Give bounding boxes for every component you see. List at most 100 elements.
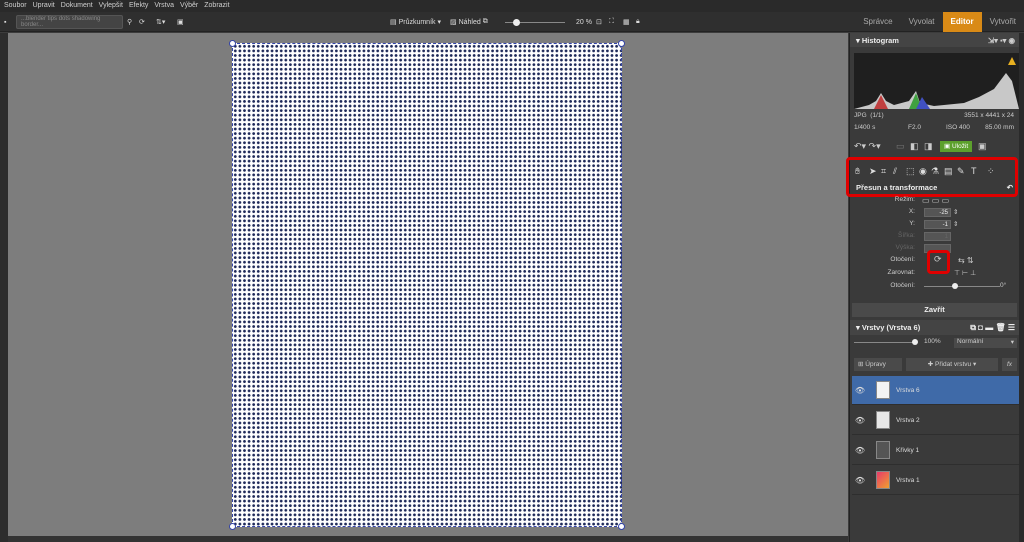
menu-selection[interactable]: Výběr (180, 0, 198, 12)
layer-name: Vrstva 2 (896, 416, 920, 424)
zoom-slider[interactable] (505, 15, 565, 29)
highlight-toolbox (846, 157, 1018, 197)
layers-title: Vrstvy (Vrstva 6) (861, 323, 921, 332)
layer-item[interactable]: 👁︎ Křivky 1 (852, 436, 1019, 465)
layers-header[interactable]: ▾ Vrstvy (Vrstva 6) ⧉ ◘ ▬ 🗑︎ ☰ (850, 320, 1019, 335)
menu-file[interactable]: Soubor (4, 0, 27, 12)
fx-button[interactable]: fx (1002, 358, 1017, 371)
opacity-value: 100% (924, 338, 941, 345)
x-row: X: -25 ⇕ (908, 208, 959, 217)
eye-icon[interactable]: 👁︎ (852, 446, 868, 455)
histogram-chart (854, 53, 1019, 109)
angle-value: 0° (1000, 282, 1007, 289)
menu-enhance[interactable]: Vylepšit (99, 0, 123, 12)
menu-edit[interactable]: Upravit (33, 0, 55, 12)
adjustments-button[interactable]: ⊞ Úpravy (854, 358, 902, 371)
histogram-title: Histogram (861, 35, 899, 45)
flip-icon[interactable]: ⇆ ⇅ (958, 256, 974, 265)
y-input[interactable]: -1 (924, 220, 951, 229)
opacity-row: 100% Normální ▾ (850, 338, 1019, 348)
document-image[interactable] (232, 43, 622, 527)
close-button[interactable]: Zavřít (852, 303, 1017, 317)
curves-thumbnail (876, 441, 890, 459)
new-folder-icon[interactable]: ▣ (177, 15, 184, 29)
undo-icon[interactable]: ↶▾ ↷▾ (854, 141, 881, 152)
x-stepper-icon[interactable]: ⇕ (953, 208, 958, 216)
angle-slider[interactable] (924, 283, 1000, 289)
save-button[interactable]: ▣ Uložit (940, 141, 973, 152)
transform-handle-br[interactable] (618, 523, 625, 530)
browser-button[interactable]: ▤ Průzkumník ▾ (390, 15, 441, 29)
file-type: JPG (1/1) (854, 112, 884, 119)
menu-effects[interactable]: Efekty (129, 0, 148, 12)
aperture: F2.0 (908, 124, 922, 131)
filmstrip-collapse[interactable] (8, 536, 848, 542)
right-panel: ▾ Histogram ⇲▾ ▪▾ ◉ JPG (1/1) 3551 x 4441… (846, 33, 1024, 542)
histogram-header[interactable]: ▾ Histogram ⇲▾ ▪▾ ◉ (850, 33, 1019, 47)
image-dimensions: 3551 x 4441 x 24 (964, 112, 1014, 119)
lock-icon[interactable]: 🔒︎ (636, 15, 640, 29)
menu-view[interactable]: Zobrazit (204, 0, 229, 12)
search-icon[interactable]: ⚲ (127, 15, 132, 29)
transform-handle-tr[interactable] (618, 40, 625, 47)
layer-name: Křivky 1 (896, 446, 920, 454)
panel-scrollbar[interactable] (1019, 33, 1024, 542)
preview-label: Náhled (458, 18, 481, 26)
tab-manager[interactable]: Správce (855, 12, 900, 32)
tab-create[interactable]: Vytvořit (982, 12, 1024, 32)
blend-mode-select[interactable]: Normální ▾ (954, 338, 1017, 348)
y-row: Y: -1 ⇕ (909, 220, 959, 229)
revert-icon[interactable]: ◨ (924, 141, 933, 152)
fit-icon[interactable]: ⊡ (596, 15, 602, 29)
focal-length: 85.00 mm (985, 124, 1014, 131)
y-stepper-icon[interactable]: ⇕ (953, 220, 958, 228)
eye-icon[interactable]: 👁︎ (852, 476, 868, 485)
compare-icon[interactable]: ◧ (910, 141, 919, 152)
histogram-options-icon[interactable]: ⇲▾ ▪▾ ◉ (988, 36, 1015, 45)
x-input[interactable]: -25 (924, 208, 951, 217)
layer-name: Vrstva 6 (896, 386, 920, 394)
browser-label: Průzkumník (398, 18, 436, 26)
layer-item[interactable]: 👁︎ Vrstva 2 (852, 406, 1019, 435)
preview-button[interactable]: ▨ Náhled ⧉ (450, 15, 488, 29)
mode-tabs: Správce Vyvolat Editor Vytvořit (855, 12, 1024, 32)
opacity-slider[interactable] (854, 339, 918, 345)
histogram-graph (854, 57, 1019, 109)
menu-layer[interactable]: Vrstva (154, 0, 174, 12)
tab-develop[interactable]: Vyvolat (901, 12, 943, 32)
save-as-icon[interactable]: ▣ (978, 141, 987, 152)
add-layer-button[interactable]: ✚ Přidat vrstvu ▾ (906, 358, 998, 371)
refresh-icon[interactable]: ⟳ (139, 15, 145, 29)
folder-icon[interactable]: ▪ (4, 15, 6, 29)
width-input[interactable]: 1 (924, 232, 951, 241)
eye-icon[interactable]: 👁︎ (852, 416, 868, 425)
rotate-angle-row: Otočení: 0° (890, 282, 1007, 289)
eye-icon[interactable]: 👁︎ (852, 386, 868, 395)
grid-icon[interactable]: ▦ (623, 15, 630, 29)
layer-item[interactable]: 👁︎ Vrstva 6 (852, 376, 1019, 405)
transform-handle-bl[interactable] (229, 523, 236, 530)
mode-icons[interactable]: ▭ ▭ ▭ (922, 196, 949, 205)
layers-tools-icon[interactable]: ⧉ ◘ ▬ 🗑︎ ☰ (970, 323, 1015, 333)
width-row: Šířka: 1 (850, 232, 1019, 242)
save-label: Uložit (951, 143, 969, 150)
layer-thumbnail (876, 471, 890, 489)
layer-thumbnail (876, 411, 890, 429)
history-icon[interactable]: ▭ (896, 141, 905, 152)
shutter-speed: 1/400 s (854, 124, 876, 131)
zoom-value: 20 % (576, 18, 592, 26)
tab-editor[interactable]: Editor (942, 12, 982, 32)
browser-icon: ▤ (390, 19, 399, 26)
left-collapse-strip[interactable] (0, 33, 8, 542)
preview-icon: ▨ (450, 19, 459, 26)
menubar: Soubor Upravit Dokument Vylepšit Efekty … (0, 0, 1024, 12)
path-field[interactable]: ...blender tips dots shadowing border... (16, 15, 123, 29)
sort-icon[interactable]: ⇅▾ (156, 15, 165, 29)
layer-item[interactable]: 👁︎ Vrstva 1 (852, 466, 1019, 495)
fullscreen-icon[interactable]: ⛶ (609, 15, 614, 29)
align-icons[interactable]: ⊤ ⊢ ⊥ (954, 269, 976, 277)
menu-document[interactable]: Dokument (61, 0, 93, 12)
layer-name: Vrstva 1 (896, 476, 920, 484)
align-row: Zarovnat: ⊤ ⊢ ⊥ (887, 269, 977, 277)
transform-handle-tl[interactable] (229, 40, 236, 47)
